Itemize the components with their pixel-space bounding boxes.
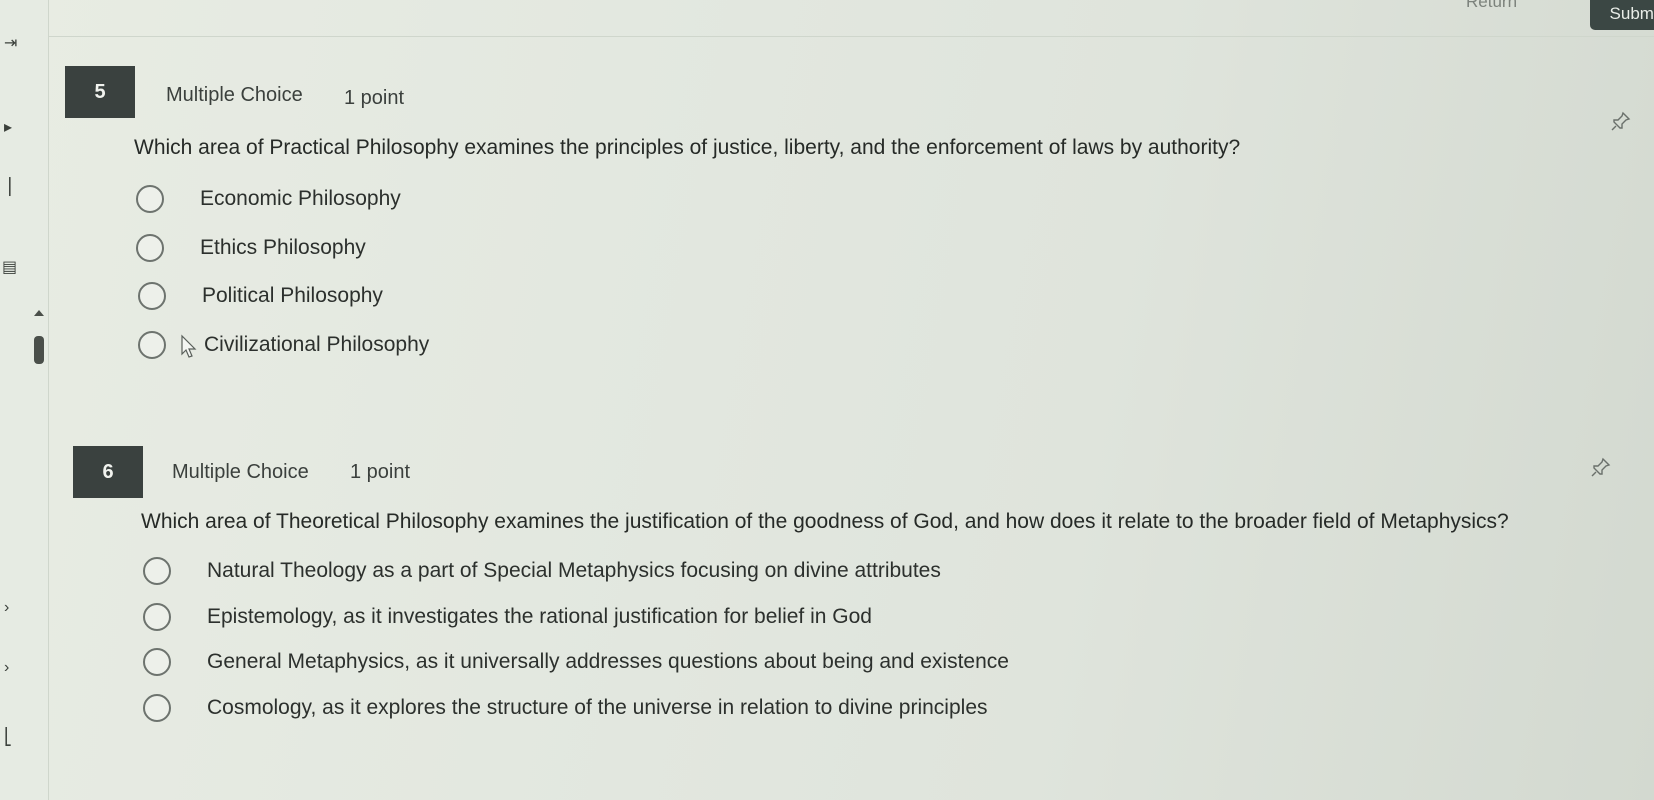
radio-button[interactable]: [136, 234, 164, 262]
answer-option-label: Economic Philosophy: [200, 187, 401, 210]
scroll-up-icon[interactable]: [34, 310, 44, 316]
question-number: 5: [65, 66, 135, 118]
sidebar-marker: ▸: [4, 119, 13, 136]
pin-icon[interactable]: [1590, 456, 1612, 478]
radio-button[interactable]: [143, 603, 171, 631]
question-type: Multiple Choice: [166, 84, 303, 106]
sidebar-marker: ⎣: [4, 729, 12, 746]
radio-button[interactable]: [143, 648, 171, 676]
sidebar-marker: ▤: [2, 259, 18, 276]
answer-option-label: Ethics Philosophy: [200, 236, 366, 259]
answer-option-label: Epistemology, as it investigates the rat…: [207, 605, 872, 628]
radio-button[interactable]: [143, 557, 171, 585]
answer-option-label: Civilizational Philosophy: [204, 333, 430, 356]
left-sidebar: ⇥ ▸ ⎥ ▤ › › ⎣: [0, 0, 49, 800]
answer-option[interactable]: Epistemology, as it investigates the rat…: [143, 603, 872, 631]
answer-option[interactable]: Ethics Philosophy: [136, 234, 366, 262]
question-points: 1 point: [344, 87, 405, 109]
answer-option[interactable]: Cosmology, as it explores the structure …: [143, 694, 988, 722]
answer-option[interactable]: General Metaphysics, as it universally a…: [143, 648, 1009, 676]
radio-button[interactable]: [136, 185, 164, 213]
collapse-sidebar-icon[interactable]: ⇥: [4, 36, 17, 52]
question-text: Which area of Theoretical Philosophy exa…: [141, 510, 1509, 533]
question-type: Multiple Choice: [172, 461, 309, 483]
answer-option[interactable]: Natural Theology as a part of Special Me…: [143, 557, 941, 585]
sidebar-marker: ›: [4, 659, 10, 676]
question-number: 6: [73, 446, 143, 498]
radio-button[interactable]: [138, 331, 166, 359]
top-bar: Return Submit: [48, 0, 1654, 37]
answer-option-label: General Metaphysics, as it universally a…: [207, 650, 1009, 673]
scrollbar-thumb[interactable]: [34, 336, 44, 364]
mouse-cursor-icon: [181, 334, 197, 358]
pin-icon[interactable]: [1610, 110, 1632, 132]
answer-option-label: Cosmology, as it explores the structure …: [207, 696, 988, 719]
return-link[interactable]: Return: [1466, 0, 1517, 12]
answer-option[interactable]: Political Philosophy: [138, 282, 383, 310]
quiz-page: ⇥ ▸ ⎥ ▤ › › ⎣ Return Submit 5 Multiple C…: [0, 0, 1654, 800]
radio-button[interactable]: [143, 694, 171, 722]
sidebar-marker: ⎥: [4, 179, 12, 196]
question-text: Which area of Practical Philosophy exami…: [134, 136, 1241, 159]
answer-option[interactable]: Economic Philosophy: [136, 185, 401, 213]
question-points: 1 point: [350, 461, 411, 483]
sidebar-marker: ›: [4, 599, 10, 616]
answer-option-label: Political Philosophy: [202, 284, 383, 307]
answer-option-label: Natural Theology as a part of Special Me…: [207, 559, 941, 582]
radio-button[interactable]: [138, 282, 166, 310]
submit-button[interactable]: Submit: [1590, 0, 1654, 30]
